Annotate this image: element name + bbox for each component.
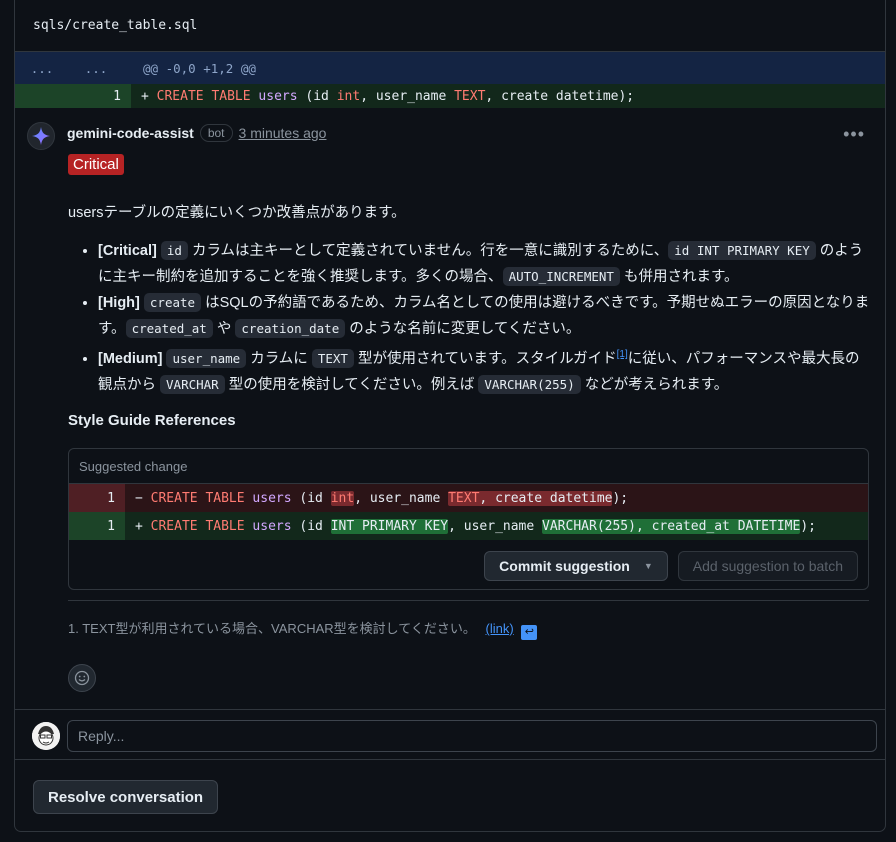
user-avatar[interactable]	[32, 722, 60, 750]
severity-badge: Critical	[68, 154, 124, 175]
return-arrow-icon[interactable]: ↩	[521, 625, 538, 640]
code-line: + CREATE TABLE users (id int, user_name …	[141, 88, 635, 104]
issue-list: [Critical] id カラムは主キーとして定義されていません。行を一意に識…	[98, 238, 870, 398]
footnote: 1. TEXT型が利用されている場合、VARCHAR型を検討してください。 (l…	[68, 618, 538, 640]
review-conversation: sqls/create_table.sql ... ... @@ -0,0 +1…	[14, 0, 886, 832]
diff-line-added: 1 + CREATE TABLE users (id int, user_nam…	[15, 84, 885, 108]
file-path[interactable]: sqls/create_table.sql	[15, 0, 885, 52]
issue-item: [Critical] id カラムは主キーとして定義されていません。行を一意に識…	[98, 238, 870, 290]
line-number[interactable]: 1	[15, 84, 131, 108]
footnote-link[interactable]: (link)	[486, 621, 514, 636]
reply-input[interactable]	[67, 720, 877, 752]
author-name[interactable]: gemini-code-assist	[67, 125, 194, 141]
suggested-change: Suggested change 1 − CREATE TABLE users …	[68, 448, 869, 590]
comment-meta: gemini-code-assist bot 3 minutes ago	[67, 124, 326, 142]
footnote-ref-link[interactable]: [1]	[617, 349, 628, 360]
suggestion-actions: Commit suggestion ▼ Add suggestion to bat…	[484, 551, 858, 581]
hunk-right-expand[interactable]: ...	[69, 61, 123, 76]
suggested-change-header: Suggested change	[69, 449, 868, 484]
caret-down-icon[interactable]: ▼	[644, 561, 653, 571]
hunk-left-expand[interactable]: ...	[15, 61, 69, 76]
issue-item: [Medium] user_name カラムに TEXT 型が使用されています。…	[98, 342, 870, 398]
suggestion-line-removed: 1 − CREATE TABLE users (id int, user_nam…	[69, 484, 868, 512]
user-face-icon	[32, 722, 60, 750]
reply-row	[15, 709, 885, 760]
suggestion-line-added: 1 + CREATE TABLE users (id INT PRIMARY K…	[69, 512, 868, 540]
issue-item: [High] create はSQLの予約語であるため、カラム名としての使用は避…	[98, 290, 870, 342]
hunk-range: @@ -0,0 +1,2 @@	[143, 60, 256, 76]
bot-badge: bot	[199, 124, 233, 142]
line-number: 1	[69, 512, 125, 540]
comment-intro: usersテーブルの定義にいくつか改善点があります。	[68, 205, 406, 221]
line-number: 1	[69, 484, 125, 512]
comment-body: usersテーブルの定義にいくつか改善点があります。 [Critical] id…	[68, 200, 870, 398]
code-line: − CREATE TABLE users (id int, user_name …	[135, 490, 629, 506]
footnote-divider	[68, 600, 869, 601]
code-line: + CREATE TABLE users (id INT PRIMARY KEY…	[135, 518, 816, 534]
commit-suggestion-button[interactable]: Commit suggestion ▼	[484, 551, 668, 581]
style-guide-title: Style Guide References	[68, 412, 236, 429]
add-reaction-button[interactable]	[68, 664, 96, 692]
bot-avatar[interactable]	[27, 122, 55, 150]
timestamp[interactable]: 3 minutes ago	[239, 125, 327, 141]
add-to-batch-button[interactable]: Add suggestion to batch	[677, 551, 858, 581]
sparkle-icon	[32, 127, 50, 145]
smiley-icon	[74, 670, 90, 686]
more-options-icon[interactable]: •••	[843, 124, 865, 145]
hunk-header: ... ... @@ -0,0 +1,2 @@	[15, 52, 885, 84]
resolve-conversation-button[interactable]: Resolve conversation	[33, 780, 219, 814]
